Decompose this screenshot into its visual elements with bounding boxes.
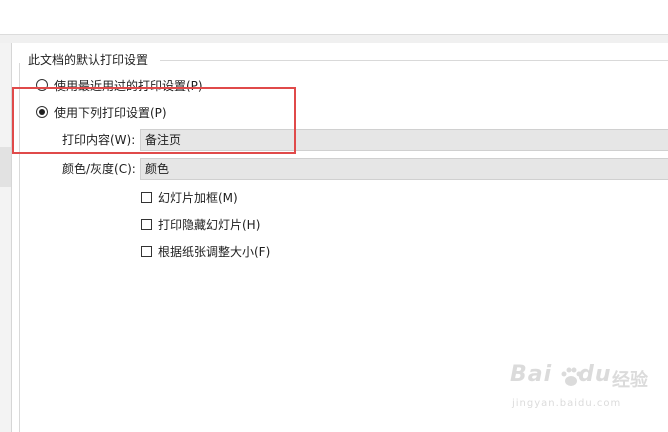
title-separator bbox=[0, 35, 668, 43]
options-nav[interactable] bbox=[0, 43, 12, 432]
group-rule bbox=[160, 60, 668, 61]
radio-button-selected-icon[interactable] bbox=[36, 106, 48, 118]
print-content-label: 打印内容(W): bbox=[62, 133, 136, 147]
checkbox-label: 幻灯片加框(M) bbox=[158, 190, 238, 205]
group-title: 此文档的默认打印设置 bbox=[28, 52, 153, 68]
checkbox-icon[interactable] bbox=[141, 245, 152, 257]
checkbox-frame-slides[interactable]: 幻灯片加框(M) bbox=[141, 190, 238, 205]
checkbox-label: 根据纸张调整大小(F) bbox=[158, 244, 271, 259]
checkbox-scale-to-fit-paper[interactable]: 根据纸张调整大小(F) bbox=[141, 244, 271, 259]
radio-use-recent-settings[interactable]: 使用最近用过的打印设置(P) bbox=[36, 77, 203, 93]
paw-icon bbox=[561, 367, 582, 386]
checkbox-icon[interactable] bbox=[141, 218, 152, 230]
top-bar bbox=[0, 0, 668, 35]
radio-use-following-settings[interactable]: 使用下列打印设置(P) bbox=[36, 104, 167, 120]
checkbox-print-hidden-slides[interactable]: 打印隐藏幻灯片(H) bbox=[141, 217, 261, 232]
watermark-suffix: 经验 bbox=[612, 370, 648, 391]
color-grayscale-dropdown[interactable]: 颜色 bbox=[140, 158, 668, 180]
radio-label: 使用下列打印设置(P) bbox=[54, 105, 167, 120]
panel-divider bbox=[19, 63, 20, 432]
radio-label: 使用最近用过的打印设置(P) bbox=[54, 78, 203, 93]
radio-button-icon[interactable] bbox=[36, 79, 48, 91]
nav-selected-item[interactable] bbox=[0, 147, 11, 187]
watermark-url: jingyan.baidu.com bbox=[512, 398, 622, 409]
checkbox-label: 打印隐藏幻灯片(H) bbox=[158, 217, 261, 232]
baidu-jingyan-watermark: Bai du 经验 jingyan.baidu.com bbox=[510, 362, 650, 417]
color-grayscale-label: 颜色/灰度(C): bbox=[62, 162, 136, 176]
print-content-dropdown[interactable]: 备注页 bbox=[140, 129, 668, 151]
checkbox-icon[interactable] bbox=[141, 191, 152, 203]
